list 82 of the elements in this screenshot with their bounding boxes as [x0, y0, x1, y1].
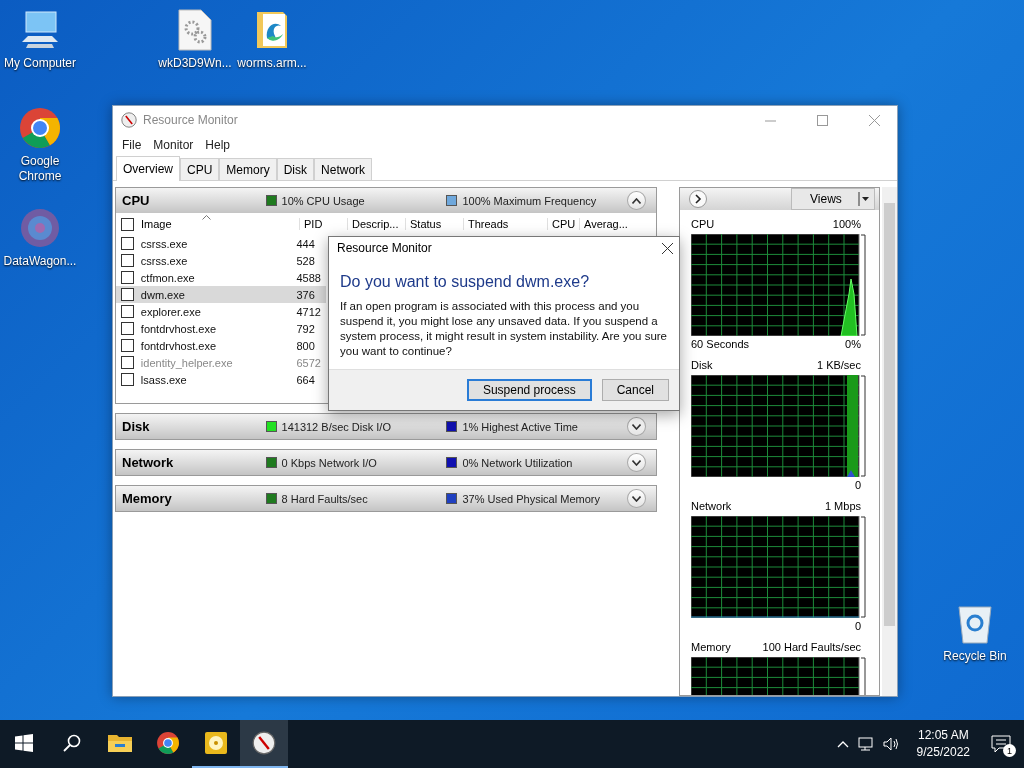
tab[interactable]: CPU: [180, 158, 220, 180]
process-row[interactable]: ctfmon.exe 4588: [116, 269, 326, 286]
column-header[interactable]: Status: [405, 218, 463, 230]
section-title: Memory: [122, 491, 173, 506]
dialog-title: Resource Monitor: [337, 241, 433, 255]
process-row[interactable]: dwm.exe 376: [116, 286, 326, 303]
graph-time-span: 60 Seconds: [691, 338, 750, 352]
notification-count: 1: [1003, 744, 1016, 757]
section-title: Disk: [122, 419, 151, 434]
image-cell-text: lsass.exe: [140, 373, 188, 386]
pid-cell-text: 664: [296, 373, 316, 386]
section-title: Network: [122, 455, 175, 470]
graph-title: Network: [691, 500, 732, 514]
image-cell-text: identity_helper.exe: [140, 356, 234, 369]
graph-minimum: 0: [854, 479, 861, 493]
section-title: CPU: [122, 193, 151, 208]
image-cell-text: dwm.exe: [140, 288, 186, 301]
column-header[interactable]: Threads: [463, 218, 547, 230]
column-header[interactable]: Image: [141, 218, 299, 230]
image-cell-text: fontdrvhost.exe: [140, 339, 218, 352]
pid-cell-text: 6572: [296, 356, 322, 369]
section-stat: 0 Kbps Network I/O: [281, 456, 377, 469]
clock-date: 9/25/2022: [916, 744, 970, 761]
desktop-icon-label[interactable]: My Computer: [4, 56, 76, 71]
graph-scale: 1 Mbps: [824, 500, 861, 514]
graph-scale: 100 Hard Faults/sec: [762, 641, 861, 655]
graph-title: Disk: [691, 359, 713, 373]
graph-title: Memory: [691, 641, 731, 655]
desktop-icon-label[interactable]: Google Chrome: [0, 154, 80, 184]
pid-cell-text: 528: [296, 254, 316, 267]
process-row[interactable]: lsass.exe 664: [116, 371, 326, 388]
process-row[interactable]: fontdrvhost.exe 800: [116, 337, 326, 354]
desktop-icon-label[interactable]: wkD3D9Wn...: [158, 56, 232, 71]
column-header[interactable]: Descrip...: [347, 218, 405, 230]
tab[interactable]: Network: [314, 158, 373, 180]
pid-cell-text: 376: [296, 288, 316, 301]
menu-item[interactable]: Monitor: [148, 138, 199, 152]
views-button[interactable]: Views: [791, 188, 876, 210]
column-header[interactable]: Averag...: [579, 218, 639, 230]
image-cell-text: csrss.exe: [140, 237, 189, 250]
dialog-button[interactable]: Cancel: [601, 379, 669, 401]
section-stat: 100% Maximum Frequency: [462, 194, 597, 207]
section-stat: 8 Hard Faults/sec: [281, 492, 368, 505]
pid-cell-text: 4712: [296, 305, 322, 318]
menu-item[interactable]: Help: [200, 138, 236, 152]
process-row[interactable]: csrss.exe 444: [116, 235, 326, 252]
desktop-icon-label[interactable]: DataWagon...: [3, 254, 77, 269]
pid-cell-text: 792: [296, 322, 316, 335]
dialog-heading: Do you want to suspend dwm.exe?: [339, 272, 591, 292]
column-header[interactable]: PID: [299, 218, 347, 230]
image-cell-text: explorer.exe: [140, 305, 202, 318]
section-stat: 37% Used Physical Memory: [462, 492, 600, 505]
process-row[interactable]: csrss.exe 528: [116, 252, 326, 269]
window-title: Resource Monitor: [143, 113, 239, 127]
image-cell-text: ctfmon.exe: [140, 271, 196, 284]
desktop-icon-label[interactable]: Recycle Bin: [943, 649, 1007, 664]
section-stat: 0% Network Utilization: [462, 456, 573, 469]
image-cell-text: csrss.exe: [140, 254, 189, 267]
graph-title: CPU: [691, 218, 715, 232]
clock-time: 12:05 AM: [917, 727, 969, 744]
desktop-icon-label[interactable]: worms.arm...: [237, 56, 307, 71]
graph-minimum: 0: [854, 620, 861, 634]
section-stat: 141312 B/sec Disk I/O: [281, 420, 391, 433]
tab[interactable]: Overview: [116, 156, 180, 181]
graph-scale: 100%: [832, 218, 861, 232]
menu-item[interactable]: File: [117, 138, 147, 152]
tab[interactable]: Disk: [276, 158, 315, 180]
image-cell-text: fontdrvhost.exe: [140, 322, 218, 335]
graph-scale: 1 KB/sec: [816, 359, 861, 373]
column-header[interactable]: CPU: [547, 218, 579, 230]
graph-minimum: 0%: [845, 338, 861, 352]
pid-cell-text: 4588: [296, 271, 322, 284]
tab[interactable]: Memory: [219, 158, 277, 180]
section-stat: 1% Highest Active Time: [462, 420, 578, 433]
process-row[interactable]: fontdrvhost.exe 792: [116, 320, 326, 337]
pid-cell-text: 800: [296, 339, 316, 352]
dialog-button[interactable]: Suspend process: [466, 379, 592, 401]
dialog-message: If an open program is associated with this process and you suspend it, you might lose any unsaved data. If you suspend a system process, it might result in system instability. Are you sure you want to continue?: [339, 299, 668, 359]
pid-cell-text: 444: [296, 237, 316, 250]
process-row[interactable]: explorer.exe 4712: [116, 303, 326, 320]
clock[interactable]: 12:05 AM 9/25/2022: [916, 727, 970, 761]
section-stat: 10% CPU Usage: [281, 194, 365, 207]
